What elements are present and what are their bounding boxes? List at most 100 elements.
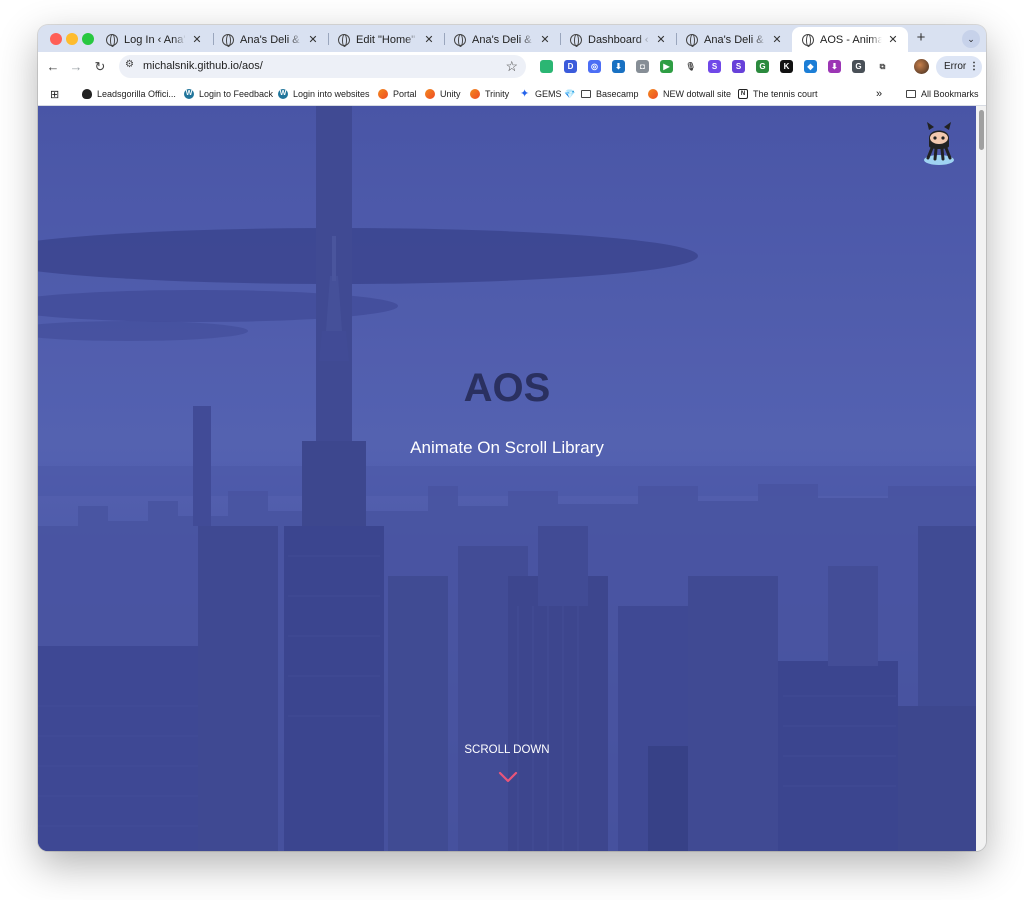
tab-close-icon[interactable]: ✕ <box>306 33 320 46</box>
profile-avatar[interactable] <box>914 59 929 74</box>
scrollbar-thumb[interactable] <box>979 110 984 150</box>
bookmark-label: Login into websites <box>293 89 370 99</box>
maximize-window-button[interactable] <box>82 33 94 45</box>
tab-title: Ana's Deli & Cafe <box>472 33 534 46</box>
bookmark-item[interactable]: W Login into websites <box>278 86 370 102</box>
globe-icon <box>802 33 814 47</box>
bookmark-item[interactable]: W Login to Feedback <box>184 86 273 102</box>
link-icon <box>425 89 435 99</box>
browser-toolbar: ← → ↻ ⚙ michalsnik.github.io/aos/ ☆ D ◎ ⬇ ◘… <box>38 52 986 82</box>
tab-close-icon[interactable]: ✕ <box>654 33 668 46</box>
apps-grid-icon[interactable]: ⊞ <box>50 86 59 102</box>
all-bookmarks-label: All Bookmarks <box>921 89 979 99</box>
bookmark-star-icon[interactable]: ☆ <box>505 58 518 75</box>
bookmark-item[interactable]: Portal <box>378 86 417 102</box>
tab-search-button[interactable]: ⌄ <box>962 30 980 48</box>
github-octocat-icon[interactable] <box>916 116 962 166</box>
bookmark-item[interactable]: N The tennis court <box>738 86 818 102</box>
extension-icon[interactable]: K <box>780 60 793 73</box>
page-title: AOS <box>463 366 551 410</box>
bookmark-label: Trinity <box>485 89 510 99</box>
all-bookmarks-button[interactable]: All Bookmarks <box>906 86 979 102</box>
microphone-icon[interactable]: 🎙 <box>684 60 697 73</box>
extension-icon[interactable]: G <box>852 60 865 73</box>
bookmark-label: Basecamp <box>596 89 639 99</box>
tab[interactable]: Ana's Deli & Cafe ✕ <box>676 27 792 52</box>
link-icon <box>378 89 388 99</box>
profile-error-label: Error <box>944 61 967 72</box>
minimize-window-button[interactable] <box>66 33 78 45</box>
city-skyline-background <box>38 106 976 851</box>
globe-icon <box>222 33 234 47</box>
browser-window: Log In ‹ Ana's Deli ✕ Ana's Deli & Cafe … <box>38 25 986 851</box>
bookmark-item[interactable]: Basecamp <box>581 86 639 102</box>
tab-title: Dashboard ‹ Ana's <box>588 33 650 46</box>
tab-close-icon[interactable]: ✕ <box>538 33 552 46</box>
profile-error-button[interactable]: Error ⋮ <box>936 56 982 78</box>
tab-title: Ana's Deli & Cafe <box>704 33 766 46</box>
bookmark-item[interactable]: NEW dotwall site <box>648 86 731 102</box>
bookmark-item[interactable]: Trinity <box>470 86 509 102</box>
url-text[interactable]: michalsnik.github.io/aos/ <box>143 60 263 72</box>
folder-icon <box>581 90 591 98</box>
extension-icon[interactable] <box>540 60 553 73</box>
tab-close-icon[interactable]: ✕ <box>886 33 900 46</box>
page-content: AOS Animate On Scroll Library SCROLL DOW… <box>38 106 976 851</box>
wordpress-icon: W <box>184 89 194 99</box>
link-icon <box>470 89 480 99</box>
tab-close-icon[interactable]: ✕ <box>422 33 436 46</box>
flame-icon <box>82 89 92 99</box>
bookmark-label: Portal <box>393 89 417 99</box>
new-tab-button[interactable]: + <box>912 29 930 46</box>
reload-icon[interactable]: ↻ <box>91 58 109 76</box>
close-window-button[interactable] <box>50 33 62 45</box>
tab-strip: Log In ‹ Ana's Deli ✕ Ana's Deli & Cafe … <box>38 25 986 52</box>
bookmark-item[interactable]: Leadsgorilla Offici... <box>82 86 176 102</box>
tab-title: Ana's Deli & Cafe <box>240 33 302 46</box>
tab[interactable]: Ana's Deli & Cafe ✕ <box>212 27 328 52</box>
bookmark-label: NEW dotwall site <box>663 89 732 99</box>
folder-icon <box>906 90 916 98</box>
address-bar[interactable]: ⚙ michalsnik.github.io/aos/ ☆ <box>119 55 526 78</box>
vertical-scrollbar[interactable] <box>976 106 986 851</box>
wordpress-icon: W <box>278 89 288 99</box>
extension-icon[interactable]: G <box>756 60 769 73</box>
scroll-down-label[interactable]: SCROLL DOWN <box>38 744 976 756</box>
link-icon <box>648 89 658 99</box>
bookmark-item[interactable]: ✦ GEMS 💎 <box>520 86 575 102</box>
globe-icon <box>106 33 118 47</box>
globe-icon <box>454 33 466 47</box>
chevron-down-icon[interactable] <box>498 770 518 784</box>
tab[interactable]: Edit "Home" with ✕ <box>328 27 444 52</box>
extension-icon[interactable]: ▶ <box>660 60 673 73</box>
tab-close-icon[interactable]: ✕ <box>770 33 784 46</box>
bookmark-label: Login to Feedback <box>199 89 274 99</box>
back-arrow-icon[interactable]: ← <box>44 58 62 76</box>
tag-icon[interactable]: ◆ <box>804 60 817 73</box>
bookmark-label: GEMS 💎 <box>535 88 576 99</box>
tab-active[interactable]: AOS - Animate on ✕ <box>792 27 908 52</box>
extension-icon[interactable]: ◎ <box>588 60 601 73</box>
bookmark-item[interactable]: Unity <box>425 86 461 102</box>
tab[interactable]: Dashboard ‹ Ana's ✕ <box>560 27 676 52</box>
camera-icon[interactable]: ◘ <box>636 60 649 73</box>
forward-arrow-icon[interactable]: → <box>67 58 85 76</box>
tab[interactable]: Ana's Deli & Cafe ✕ <box>444 27 560 52</box>
extension-icon[interactable]: ⬇ <box>828 60 841 73</box>
extension-icon[interactable]: D <box>564 60 577 73</box>
tab-close-icon[interactable]: ✕ <box>190 33 204 46</box>
kebab-menu-icon: ⋮ <box>969 61 980 72</box>
tab[interactable]: Log In ‹ Ana's Deli ✕ <box>96 27 212 52</box>
puzzle-icon[interactable]: ⧉ <box>876 60 889 73</box>
tab-title: AOS - Animate on <box>820 33 882 46</box>
globe-icon <box>570 33 582 47</box>
extension-icon[interactable]: ⬇ <box>612 60 625 73</box>
extension-icon[interactable]: S <box>732 60 745 73</box>
site-info-icon[interactable]: ⚙ <box>125 59 134 70</box>
sparkle-icon: ✦ <box>520 88 530 100</box>
bookmark-label: Unity <box>440 89 461 99</box>
extension-icon[interactable]: S <box>708 60 721 73</box>
globe-icon <box>686 33 698 47</box>
tab-title: Log In ‹ Ana's Deli <box>124 33 186 46</box>
more-bookmarks-chevron-icon[interactable]: » <box>876 86 882 102</box>
